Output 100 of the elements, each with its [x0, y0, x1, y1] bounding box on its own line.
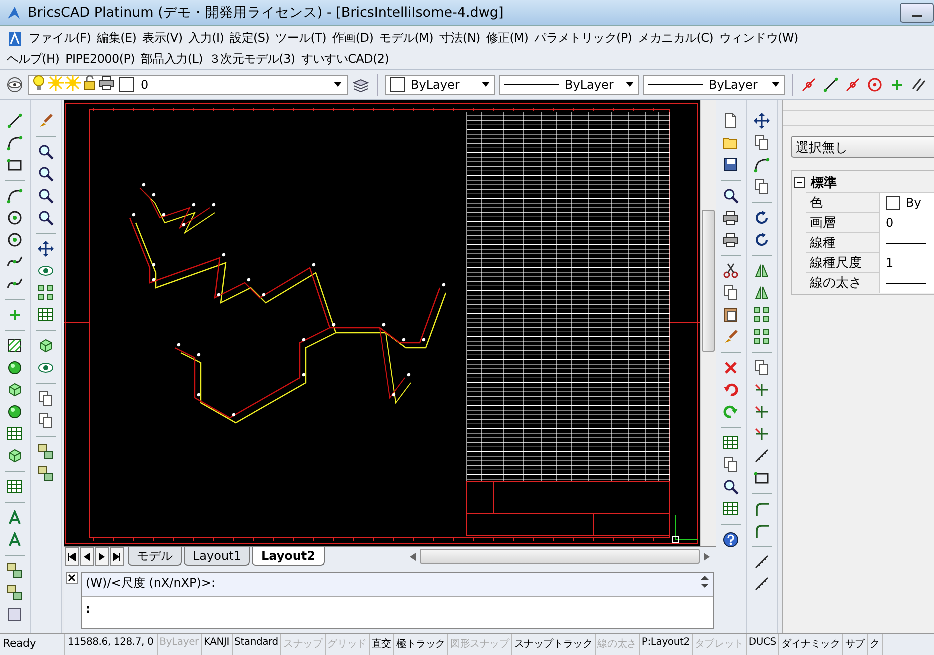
status-toggle[interactable]: P:Layout2: [640, 634, 693, 655]
redo-icon[interactable]: [722, 403, 740, 421]
close-icon[interactable]: [66, 572, 78, 584]
line-icon[interactable]: [822, 76, 840, 94]
status-toggle[interactable]: スナップトラック: [512, 634, 596, 655]
selection-dropdown[interactable]: 選択無し: [791, 136, 934, 158]
next-tab-button[interactable]: [95, 547, 109, 566]
menu-item[interactable]: PIPE2000(P): [62, 49, 138, 70]
menu-item[interactable]: モデル(M): [376, 28, 437, 49]
status-toggle[interactable]: DUCS: [746, 634, 780, 655]
fillet-icon[interactable]: [753, 500, 771, 518]
menu-item[interactable]: パラメトリック(P): [532, 28, 636, 49]
mirror-icon[interactable]: [753, 284, 771, 302]
status-toggle[interactable]: 極トラック: [394, 634, 448, 655]
move-icon[interactable]: [37, 240, 55, 258]
menu-item[interactable]: 作画(D): [330, 28, 377, 49]
zoom-icon[interactable]: [37, 209, 55, 227]
parallel-lines-icon[interactable]: [910, 76, 928, 94]
collapse-toggle-icon[interactable]: [794, 177, 805, 188]
last-tab-button[interactable]: [110, 547, 124, 566]
previous-tab-button[interactable]: [80, 547, 94, 566]
square-icon[interactable]: [6, 606, 24, 624]
help-icon[interactable]: [722, 531, 740, 549]
clipboard-icon[interactable]: [722, 306, 740, 324]
menu-item[interactable]: 設定(S): [227, 28, 273, 49]
first-tab-button[interactable]: [65, 547, 79, 566]
hatch-icon[interactable]: [6, 337, 24, 355]
color-dropdown[interactable]: ByLayer: [385, 74, 495, 94]
copy-icon[interactable]: [753, 178, 771, 196]
arc-icon[interactable]: [753, 156, 771, 174]
status-toggle[interactable]: KANJI: [202, 634, 233, 655]
trim-icon[interactable]: [753, 425, 771, 443]
text-icon[interactable]: [6, 509, 24, 527]
menu-item[interactable]: 部品入力(L): [138, 49, 206, 70]
snap-icon[interactable]: [800, 76, 818, 94]
menu-item[interactable]: メカニカル(C): [635, 28, 717, 49]
rotate-icon[interactable]: [753, 231, 771, 249]
line-icon[interactable]: [6, 112, 24, 130]
mirror-icon[interactable]: [753, 262, 771, 280]
trim-icon[interactable]: [753, 403, 771, 421]
array-icon[interactable]: [753, 328, 771, 346]
zoom-icon[interactable]: [722, 478, 740, 496]
status-toggle[interactable]: サブ: [843, 634, 868, 655]
fillet-icon[interactable]: [753, 522, 771, 540]
save-icon[interactable]: [722, 156, 740, 174]
printer-icon[interactable]: [722, 231, 740, 249]
array-icon[interactable]: [753, 306, 771, 324]
blocks-icon[interactable]: [6, 584, 24, 602]
menu-item[interactable]: ファイル(F): [26, 28, 94, 49]
menu-item[interactable]: 修正(M): [483, 28, 532, 49]
zoom-icon[interactable]: [37, 187, 55, 205]
minimize-button[interactable]: [900, 2, 934, 22]
table-icon[interactable]: [6, 478, 24, 496]
menu-item[interactable]: 入力(I): [186, 28, 228, 49]
table-icon[interactable]: [722, 434, 740, 452]
horizontal-scrollbar[interactable]: [420, 549, 700, 564]
target-icon[interactable]: [866, 76, 884, 94]
property-value[interactable]: 1: [880, 253, 934, 273]
layer-dropdown[interactable]: 0: [28, 74, 348, 94]
printer-icon[interactable]: [722, 209, 740, 227]
menu-item[interactable]: すいすいCAD(2): [298, 49, 392, 70]
zoom-icon[interactable]: [722, 187, 740, 205]
arc-icon[interactable]: [6, 134, 24, 152]
menu-item[interactable]: ウィンドウ(W): [716, 28, 802, 49]
copy-icon[interactable]: [722, 284, 740, 302]
blocks-icon[interactable]: [37, 443, 55, 461]
rotate-icon[interactable]: [753, 209, 771, 227]
layout-tab[interactable]: モデル: [128, 547, 182, 566]
dimension-icon[interactable]: [753, 447, 771, 465]
copy-icon[interactable]: [37, 390, 55, 408]
table-icon[interactable]: [722, 500, 740, 518]
copy-icon[interactable]: [37, 412, 55, 430]
status-toggle[interactable]: 直交: [370, 634, 394, 655]
menu-item[interactable]: ３次元モデル(3): [206, 49, 298, 70]
zoom-icon[interactable]: [37, 143, 55, 161]
table-icon[interactable]: [37, 306, 55, 324]
menu-item[interactable]: ツール(T): [272, 28, 330, 49]
move-icon[interactable]: [753, 112, 771, 130]
dimension-icon[interactable]: [753, 553, 771, 571]
menu-item[interactable]: 寸法(N): [436, 28, 484, 49]
copy-icon[interactable]: [753, 359, 771, 377]
copy-icon[interactable]: [722, 456, 740, 474]
circle-icon[interactable]: [6, 209, 24, 227]
array-icon[interactable]: [37, 284, 55, 302]
lineweight-dropdown[interactable]: ByLayer: [643, 74, 785, 94]
scroll-left-icon[interactable]: [410, 552, 416, 560]
blocks-icon[interactable]: [37, 465, 55, 483]
status-toggle[interactable]: ダイナミック: [779, 634, 844, 655]
layout-tab[interactable]: Layout2: [252, 547, 325, 566]
menu-item[interactable]: 表示(V): [140, 28, 186, 49]
snap-icon[interactable]: [844, 76, 862, 94]
table-icon[interactable]: [6, 425, 24, 443]
undo-icon[interactable]: [722, 381, 740, 399]
status-toggle[interactable]: Standard: [232, 634, 282, 655]
sphere-icon[interactable]: [6, 403, 24, 421]
view-icon[interactable]: [6, 76, 24, 94]
circle-icon[interactable]: [6, 231, 24, 249]
sphere-icon[interactable]: [6, 359, 24, 377]
status-toggle[interactable]: ク: [868, 634, 883, 655]
property-value[interactable]: 0: [880, 213, 934, 233]
